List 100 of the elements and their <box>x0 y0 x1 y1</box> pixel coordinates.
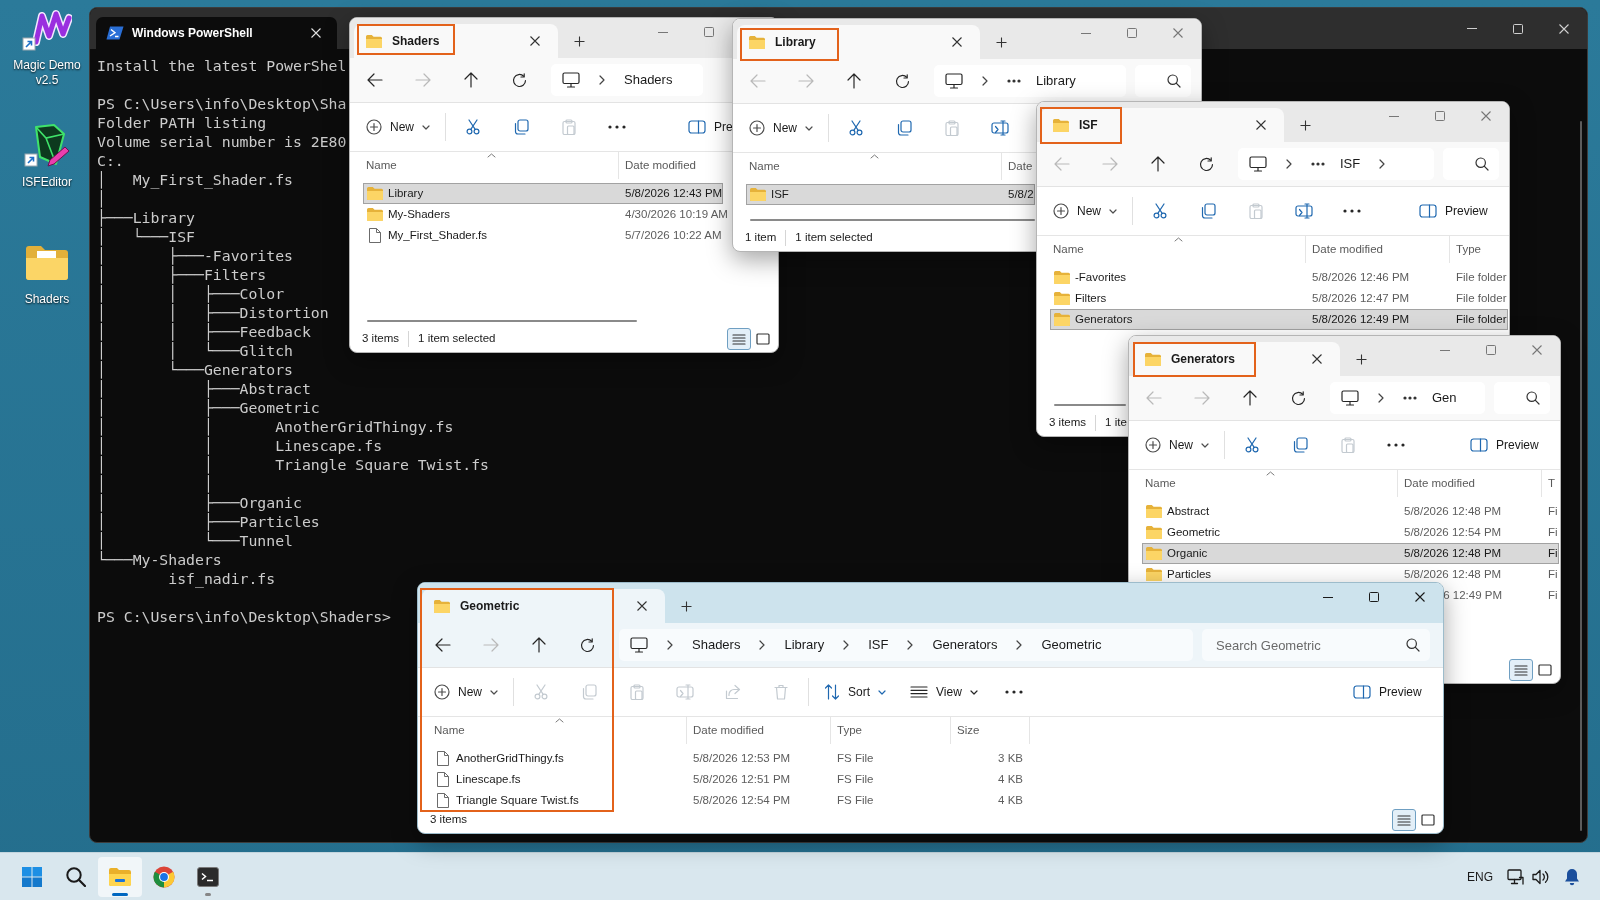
column-header[interactable]: Name <box>749 157 780 176</box>
search-field[interactable] <box>1443 148 1499 180</box>
folder-row[interactable]: Organic 5/8/2026 12:48 PM Fi <box>1142 543 1559 564</box>
details-view-button[interactable] <box>1392 809 1416 831</box>
breadcrumb[interactable]: Library <box>784 635 825 655</box>
folder-icon <box>1146 505 1162 518</box>
cube-pencil-icon[interactable] <box>24 124 70 168</box>
tiles-view-icon <box>1421 814 1435 826</box>
ring-logo-icon <box>153 865 175 888</box>
search-field[interactable] <box>1494 382 1550 414</box>
view-button[interactable]: View <box>901 674 987 710</box>
zigzag-logo-icon[interactable] <box>22 7 72 51</box>
file-row[interactable]: Triangle Square Twist.fs 5/8/2026 12:54 PM FS File 4 KB <box>431 790 1031 811</box>
search-icon <box>1526 391 1540 405</box>
close-icon <box>637 601 647 611</box>
preview-button[interactable]: Pre <box>679 109 733 145</box>
address-bar[interactable]: ISF <box>1238 148 1434 180</box>
close-icon <box>530 36 540 46</box>
folder-icon[interactable] <box>25 245 69 281</box>
monitor-icon[interactable] <box>1507 868 1524 885</box>
details-view-button[interactable] <box>1509 659 1533 681</box>
address-bar[interactable]: Gen <box>1330 382 1485 414</box>
file-name: Geometric <box>1167 524 1221 540</box>
breadcrumb[interactable]: Library <box>1036 71 1076 91</box>
icon-label[interactable]: ISFEditor <box>22 175 72 190</box>
terminal-line: │ ├───Abstract <box>97 379 311 398</box>
arrow-right-icon <box>483 638 499 652</box>
close-icon <box>311 28 321 38</box>
details-view-button[interactable] <box>727 328 751 350</box>
folder-tab[interactable]: Library <box>737 25 980 59</box>
folder-icon <box>1146 568 1162 581</box>
chevron-icon <box>843 640 850 650</box>
breadcrumb[interactable]: Geometric <box>1041 635 1102 655</box>
address-bar[interactable]: Library <box>934 65 1126 97</box>
folder-row[interactable]: Filters 5/8/2026 12:47 PM File folder <box>1050 288 1508 309</box>
search-icon <box>1475 157 1489 171</box>
address-bar[interactable]: Shaders Library ISF Generators Geometric <box>619 629 1193 661</box>
folder-row[interactable]: Particles 5/8/2026 12:48 PM Fi <box>1142 564 1559 585</box>
new-button[interactable]: New <box>1136 427 1218 463</box>
column-header[interactable]: Date <box>1008 157 1033 176</box>
icon-label[interactable]: Magic Demo v2.5 <box>10 58 84 88</box>
sort-button[interactable]: Sort <box>815 674 896 710</box>
preview-button[interactable]: Preview <box>1344 674 1422 710</box>
folder-row[interactable]: My-Shaders 4/30/2026 10:19 AM <box>363 204 729 225</box>
folder-icon <box>1054 271 1070 284</box>
column-header[interactable]: Date modified <box>693 721 764 740</box>
file-row[interactable]: AnotherGridThingy.fs 5/8/2026 12:53 PM FS File 3 KB <box>431 748 1031 769</box>
folder-row[interactable]: ISF 5/8/2 <box>746 184 1035 205</box>
breadcrumb[interactable]: Generators <box>932 635 998 655</box>
new-button[interactable]: New <box>1044 193 1126 229</box>
breadcrumb[interactable]: Shaders <box>692 635 741 655</box>
folder-row[interactable]: Abstract 5/8/2026 12:48 PM Fi <box>1142 501 1559 522</box>
scrollbar-thumb[interactable] <box>1054 404 1126 406</box>
breadcrumb[interactable]: ISF <box>868 635 889 655</box>
new-button[interactable]: New <box>357 109 439 145</box>
folder-tab[interactable]: Geometric <box>422 589 665 623</box>
overflow-button[interactable] <box>1403 396 1417 400</box>
date-modified: 5/8/2026 12:51 PM <box>693 771 791 787</box>
column-header[interactable]: Name <box>434 721 465 740</box>
folder-tab[interactable]: Generators <box>1133 342 1340 376</box>
language-indicator[interactable]: ENG <box>1467 867 1493 886</box>
file-row[interactable]: Linescape.fs 5/8/2026 12:51 PM FS File 4 KB <box>431 769 1031 790</box>
file-row[interactable]: My_First_Shader.fs 5/7/2026 10:22 AM <box>363 225 723 246</box>
scrollbar-thumb[interactable] <box>367 320 637 322</box>
folder-tab[interactable]: ISF <box>1041 108 1284 142</box>
preview-button[interactable]: Preview <box>1410 193 1488 229</box>
column-header[interactable]: Type <box>837 721 862 740</box>
new-button[interactable]: New <box>425 674 507 710</box>
overflow-button[interactable] <box>1007 79 1021 83</box>
file-type: FS File <box>837 792 874 808</box>
column-header[interactable]: Name <box>1053 240 1084 259</box>
column-header[interactable]: Name <box>366 156 397 175</box>
breadcrumb[interactable]: ISF <box>1340 154 1361 174</box>
scrollbar-thumb[interactable] <box>1580 121 1582 831</box>
overflow-button[interactable] <box>1311 162 1325 166</box>
folder-row[interactable]: Generators 5/8/2026 12:49 PM File folder <box>1050 309 1508 330</box>
column-header[interactable]: Date modified <box>1404 474 1475 493</box>
folder-tab[interactable]: Shaders <box>354 24 558 58</box>
column-header[interactable]: Type <box>1456 240 1481 259</box>
icon-label[interactable]: Shaders <box>24 292 70 307</box>
column-header[interactable]: Date modified <box>1312 240 1383 259</box>
bell-icon[interactable] <box>1564 867 1580 886</box>
breadcrumb[interactable]: Gen <box>1432 388 1457 408</box>
folder-row[interactable]: Geometric 5/8/2026 12:54 PM Fi <box>1142 522 1559 543</box>
terminal-tab[interactable]: Windows PowerShell <box>96 17 337 49</box>
new-button[interactable]: New <box>740 110 822 146</box>
column-header[interactable]: T <box>1548 474 1556 493</box>
address-bar[interactable]: Shaders <box>551 64 703 96</box>
search-field[interactable] <box>1135 65 1191 97</box>
breadcrumb[interactable]: Shaders <box>624 70 673 90</box>
column-header[interactable]: Size <box>957 721 980 740</box>
search-field[interactable]: Search Geometric <box>1202 629 1430 661</box>
scrollbar-thumb[interactable] <box>750 219 1035 221</box>
preview-button[interactable]: Preview <box>1461 427 1539 463</box>
column-header[interactable]: Date modified <box>625 156 696 175</box>
speaker-icon[interactable] <box>1532 868 1549 885</box>
tab-close-button[interactable] <box>311 28 321 38</box>
folder-row[interactable]: Library 5/8/2026 12:43 PM <box>363 183 724 204</box>
folder-row[interactable]: -Favorites 5/8/2026 12:46 PM File folder <box>1050 267 1508 288</box>
column-header[interactable]: Name <box>1145 474 1176 493</box>
